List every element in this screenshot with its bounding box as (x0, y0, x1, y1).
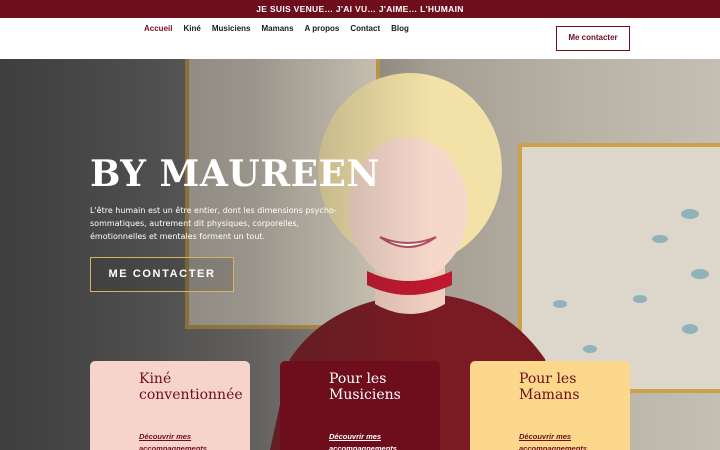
hero-section: BY MAUREEN L'être humain est un être ent… (0, 59, 720, 450)
service-card-kine[interactable]: Kiné conventionnée Découvrir mes accompa… (90, 361, 250, 450)
nav-item-blog[interactable]: Blog (391, 24, 409, 33)
card-link-line: accompagnements (139, 444, 207, 450)
card-title-line: conventionnée (139, 387, 243, 403)
nav-item-a-propos[interactable]: A propos (305, 24, 340, 33)
service-card-title: Kiné conventionnée (139, 371, 250, 403)
card-title-line: Mamans (519, 387, 580, 403)
card-title-line: Pour les (329, 371, 387, 387)
card-link-line: Découvrir mes (329, 432, 382, 441)
card-link-line: accompagnements (519, 444, 587, 450)
header-contact-button[interactable]: Me contacter (556, 26, 630, 51)
card-link-line: Découvrir mes (139, 432, 192, 441)
service-card-title: Pour les Mamans (519, 371, 630, 403)
service-card-title: Pour les Musiciens (329, 371, 440, 403)
service-card-musiciens[interactable]: Pour les Musiciens Découvrir mes accompa… (280, 361, 440, 450)
service-card-link[interactable]: Découvrir mes accompagnements (519, 431, 630, 450)
card-link-line: Découvrir mes (519, 432, 572, 441)
announcement-bar: JE SUIS VENUE… J'AI VU… J'AIME… L'HUMAIN (0, 0, 720, 18)
card-title-line: Musiciens (329, 387, 401, 403)
nav-item-mamans[interactable]: Mamans (262, 24, 294, 33)
hero-title: BY MAUREEN (90, 153, 380, 195)
service-card-link[interactable]: Découvrir mes accompagnements (329, 431, 440, 450)
service-card-mamans[interactable]: Pour les Mamans Découvrir mes accompagne… (470, 361, 630, 450)
service-card-link[interactable]: Découvrir mes accompagnements (139, 431, 250, 450)
main-nav: Accueil Kiné Musiciens Mamans A propos C… (144, 24, 409, 33)
card-link-line: accompagnements (329, 444, 397, 450)
nav-item-accueil[interactable]: Accueil (144, 24, 172, 33)
nav-item-contact[interactable]: Contact (350, 24, 380, 33)
nav-item-musiciens[interactable]: Musiciens (212, 24, 251, 33)
hero-contact-button[interactable]: ME CONTACTER (90, 257, 234, 292)
nav-item-kine[interactable]: Kiné (183, 24, 200, 33)
card-title-line: Kiné (139, 371, 172, 387)
card-title-line: Pour les (519, 371, 577, 387)
site-header: Accueil Kiné Musiciens Mamans A propos C… (0, 18, 720, 59)
hero-description: L'être humain est un être entier, dont l… (90, 206, 337, 241)
